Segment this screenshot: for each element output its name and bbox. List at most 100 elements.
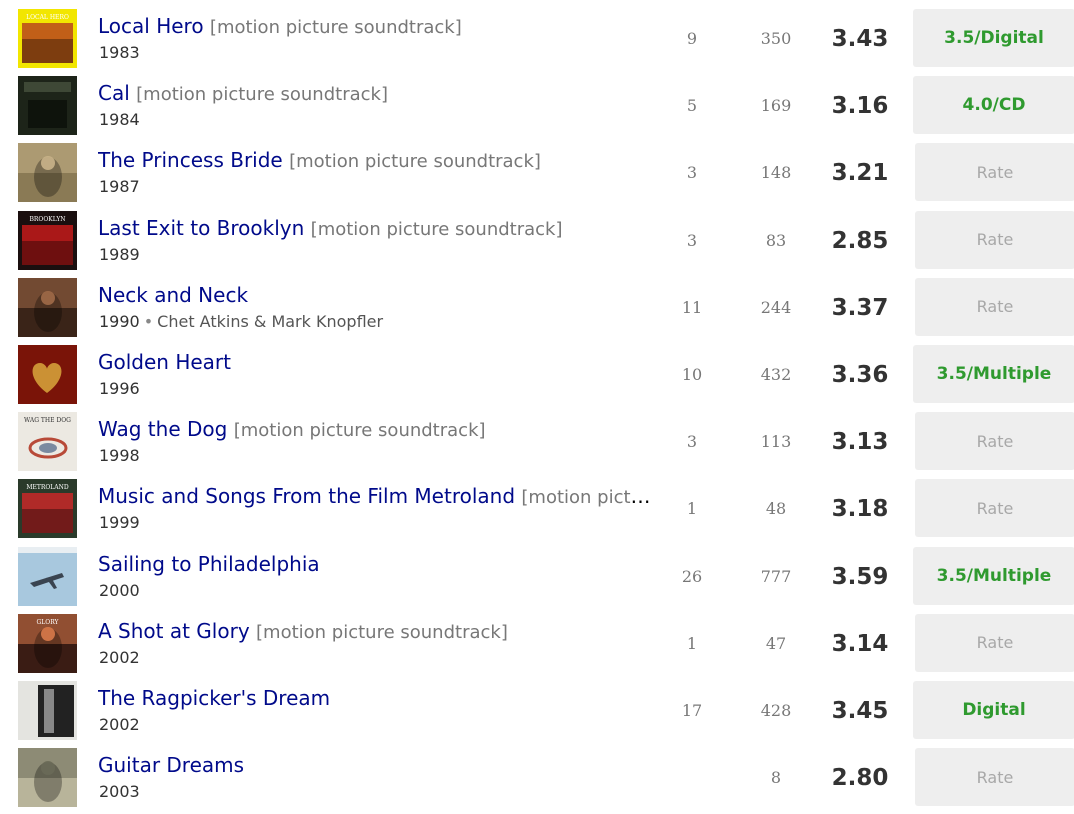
user-rating-button[interactable]: Digital (913, 680, 1074, 739)
title-line: Guitar Dreams (98, 752, 654, 778)
release-subtitle: [motion picture soundtrack] (521, 487, 654, 509)
release-row: LOCAL HERO Local Hero [motion picture so… (0, 4, 1074, 71)
release-year: 2000 (99, 580, 140, 600)
review-count: 3 (686, 163, 698, 183)
review-count: 3 (686, 230, 698, 250)
title-line: Golden Heart (98, 349, 654, 375)
rating-count: 428 (760, 700, 792, 720)
album-cover[interactable]: WAG THE DOG (18, 412, 77, 472)
review-count: 1 (686, 633, 698, 653)
release-meta: 1999 (99, 512, 140, 534)
release-meta: 2002 (99, 714, 140, 736)
release-title[interactable]: Cal (98, 81, 130, 105)
release-title[interactable]: Last Exit to Brooklyn (98, 216, 304, 240)
user-rating-button[interactable]: 4.0/CD (913, 76, 1074, 135)
cover-art (18, 680, 77, 740)
release-title[interactable]: Wag the Dog (98, 417, 227, 441)
release-title[interactable]: Guitar Dreams (98, 753, 244, 777)
release-artist[interactable]: Chet Atkins & Mark Knopfler (157, 312, 383, 331)
user-rating-button[interactable]: 3.5/Digital (913, 9, 1074, 67)
cover-art: GLORY (18, 613, 77, 673)
rating-count: 350 (760, 29, 792, 48)
cover-art (18, 143, 77, 203)
album-cover[interactable] (18, 680, 77, 740)
release-year: 2002 (99, 714, 140, 734)
cover-art: WAG THE DOG (18, 412, 77, 472)
album-cover[interactable]: LOCAL HERO (18, 9, 77, 68)
release-meta: 1996 (99, 378, 140, 400)
cover-art (18, 344, 77, 404)
title-line: Neck and Neck (98, 282, 654, 308)
release-year: 1984 (99, 110, 140, 130)
release-subtitle: [motion picture soundtrack] (209, 17, 462, 38)
title-line: Local Hero [motion picture soundtrack] (98, 13, 654, 41)
user-rating-button[interactable]: 3.5/Multiple (913, 344, 1074, 403)
release-row: The Ragpicker's Dream 2002 17 428 3.45 D… (0, 676, 1074, 743)
release-title[interactable]: Local Hero (98, 14, 204, 38)
release-meta: 2000 (99, 580, 140, 602)
release-row: The Princess Bride [motion picture sound… (0, 138, 1074, 205)
rating-count: 47 (765, 633, 787, 653)
release-year: 2003 (99, 782, 140, 802)
release-title[interactable]: Music and Songs From the Film Metroland (98, 484, 515, 508)
release-meta: 1998 (99, 445, 140, 467)
release-title[interactable]: The Princess Bride (98, 148, 283, 172)
release-meta: 1987 (99, 176, 140, 198)
title-line: Cal [motion picture soundtrack] (98, 80, 654, 108)
cover-text: METROLAND (26, 484, 69, 491)
review-count: 10 (681, 364, 703, 384)
release-meta: 2003 (99, 781, 140, 803)
release-meta: 1989 (99, 244, 140, 266)
release-title[interactable]: Sailing to Philadelphia (98, 552, 320, 576)
album-cover[interactable]: BROOKLYN (18, 210, 77, 270)
title-line: The Ragpicker's Dream (98, 685, 654, 711)
average-rating: 2.85 (831, 227, 889, 254)
album-cover[interactable]: METROLAND (18, 479, 77, 539)
rate-button[interactable]: Rate (915, 479, 1074, 538)
review-count: 1 (686, 499, 698, 519)
release-year: 1996 (99, 378, 140, 398)
release-year: 2002 (99, 647, 140, 667)
release-meta: 2002 (99, 647, 140, 669)
album-cover[interactable] (18, 143, 77, 203)
rating-count: 148 (760, 163, 792, 183)
user-rating-button[interactable]: 3.5/Multiple (913, 546, 1074, 605)
rate-button[interactable]: Rate (915, 412, 1074, 471)
title-line: Wag the Dog [motion picture soundtrack] (98, 416, 654, 444)
cover-text: GLORY (37, 619, 60, 626)
rate-button[interactable]: Rate (915, 748, 1074, 807)
review-count: 9 (686, 29, 698, 48)
release-meta: 1983 (99, 42, 140, 64)
rate-button[interactable]: Rate (915, 210, 1074, 269)
album-cover[interactable] (18, 76, 77, 136)
review-count: 26 (681, 566, 703, 586)
release-title[interactable]: A Shot at Glory (98, 619, 250, 643)
rating-count: 432 (760, 364, 792, 384)
rating-count: 48 (765, 499, 787, 519)
album-cover[interactable] (18, 748, 77, 808)
rating-count: 244 (760, 297, 792, 317)
rating-count: 777 (760, 566, 792, 586)
release-title[interactable]: Neck and Neck (98, 283, 248, 307)
average-rating: 3.16 (831, 93, 889, 120)
rate-button[interactable]: Rate (915, 143, 1074, 202)
album-cover[interactable] (18, 277, 77, 337)
album-cover[interactable]: GLORY (18, 613, 77, 673)
cover-art (18, 76, 77, 136)
cover-art: METROLAND (18, 479, 77, 539)
release-year: 1989 (99, 244, 140, 264)
average-rating: 3.43 (831, 26, 889, 52)
album-cover[interactable] (18, 546, 77, 606)
release-list: LOCAL HERO Local Hero [motion picture so… (0, 4, 1074, 810)
cover-art (18, 546, 77, 606)
average-rating: 3.13 (831, 429, 889, 456)
album-cover[interactable] (18, 344, 77, 404)
release-title[interactable]: Golden Heart (98, 350, 231, 374)
release-year: 1998 (99, 446, 140, 466)
rate-button[interactable]: Rate (915, 277, 1074, 336)
cover-text: LOCAL HERO (26, 14, 69, 21)
release-row: Neck and Neck 1990 • Chet Atkins & Mark Kn… (0, 273, 1074, 340)
release-title[interactable]: The Ragpicker's Dream (98, 686, 330, 710)
rate-button[interactable]: Rate (915, 613, 1074, 672)
release-row: METROLAND Music and Songs From the Film … (0, 474, 1074, 541)
